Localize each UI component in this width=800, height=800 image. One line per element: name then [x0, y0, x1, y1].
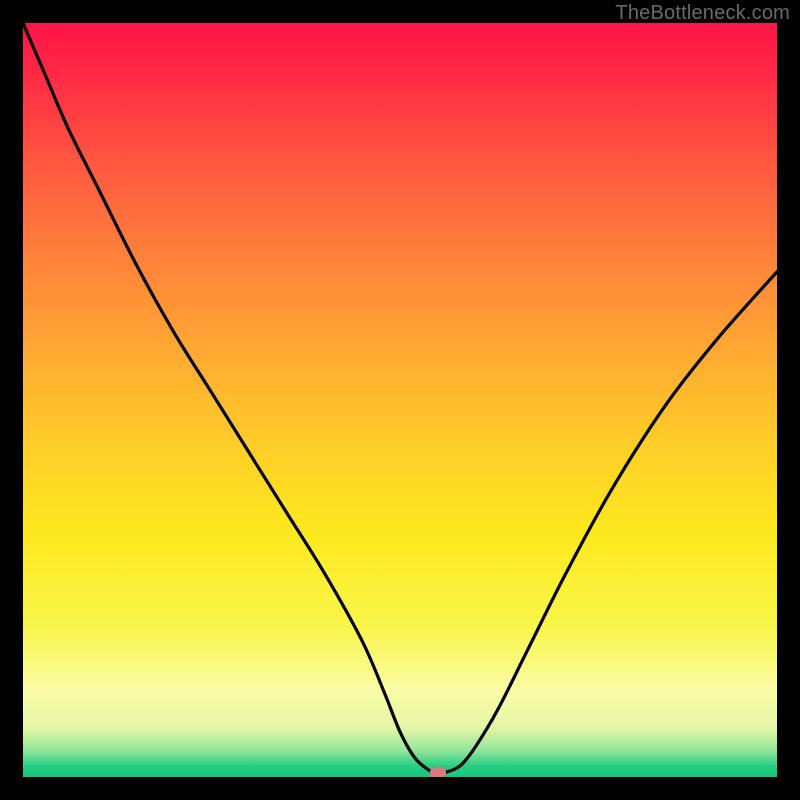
chart-frame: TheBottleneck.com [0, 0, 800, 800]
watermark-text: TheBottleneck.com [615, 2, 790, 25]
optimum-marker [430, 767, 446, 777]
plot-area [23, 23, 777, 777]
bottleneck-curve [23, 23, 777, 777]
